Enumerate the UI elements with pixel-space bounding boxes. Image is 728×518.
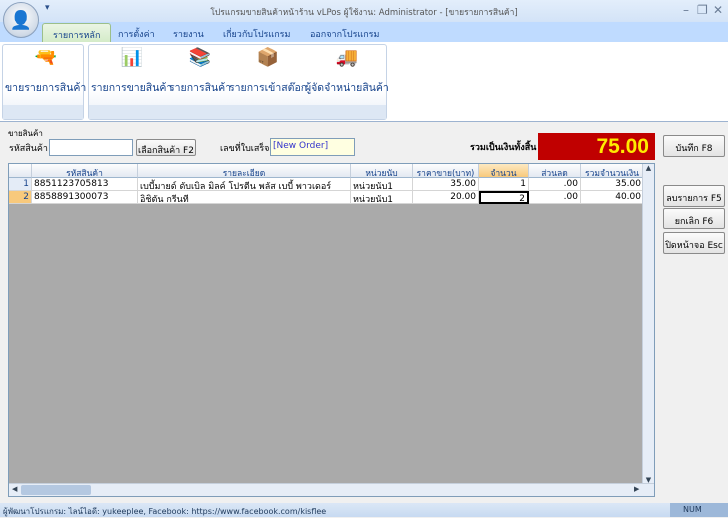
cell-unit[interactable]: หน่วยนับ1	[351, 191, 413, 204]
column-header-description[interactable]: รายละเอียด	[138, 164, 351, 179]
product-code-input[interactable]	[49, 139, 133, 156]
column-header-unit[interactable]: หน่วยนับ	[351, 164, 413, 179]
close-button[interactable]: ✕	[713, 3, 723, 17]
restore-button[interactable]: ❐	[697, 3, 708, 17]
tab-exit[interactable]: ออกจากโปรแกรม	[300, 23, 389, 42]
cell-description[interactable]: เบบี้มายด์ ดับเบิล มิลค์ โปรตีน พลัส เบบ…	[138, 178, 351, 191]
quick-access-dropdown-icon[interactable]: ▾	[45, 3, 50, 13]
barcode-scanner-icon: 🔫	[34, 47, 57, 68]
cell-price[interactable]: 35.00	[413, 178, 479, 191]
cell-total[interactable]: 35.00	[581, 178, 644, 191]
vertical-scrollbar[interactable]: ▲ ▼	[642, 164, 654, 484]
sell-products-button[interactable]: 🔫 ขายรายการสินค้า	[5, 47, 86, 96]
scroll-left-icon[interactable]: ◀	[12, 485, 17, 493]
delete-item-button[interactable]: ลบรายการ F5	[663, 185, 725, 207]
group-label: ขายสินค้า	[8, 129, 43, 138]
select-all-corner[interactable]	[9, 164, 32, 178]
app-menu-button[interactable]: 👤	[3, 2, 39, 38]
status-bar: ผู้พัฒนาโปรแกรม: ไลน์ไอดี: yukeeplee, Fa…	[0, 503, 728, 517]
tab-about[interactable]: เกี่ยวกับโปรแกรม	[213, 23, 300, 42]
cell-quantity-active[interactable]: 2	[479, 191, 529, 204]
scroll-right-icon[interactable]: ▶	[634, 485, 639, 493]
receipt-number-field[interactable]: [New Order]	[270, 138, 355, 156]
box-icon: 📦	[256, 47, 280, 68]
sales-list-button[interactable]: 📊 รายการขายสินค้า	[91, 47, 172, 96]
cell-code[interactable]: 8851123705813	[32, 178, 138, 191]
cell-description[interactable]: อิชิตัน กรีนที	[138, 191, 351, 204]
scrollbar-thumb[interactable]	[21, 485, 91, 495]
row-header[interactable]: 1	[9, 178, 32, 191]
window-title: โปรแกรมขายสินค้าหน้าร้าน vLPos ผู้ใช้งาน…	[210, 8, 518, 18]
binders-icon: 📚	[188, 47, 212, 68]
horizontal-scrollbar[interactable]: ◀ ▶	[9, 483, 654, 496]
cancel-button[interactable]: ยกเลิก F6	[663, 208, 725, 229]
column-header-quantity[interactable]: จำนวน	[479, 164, 529, 179]
cell-discount[interactable]: .00	[529, 191, 581, 204]
receipt-number-label: เลขที่ใบเสร็จ	[220, 144, 270, 154]
column-header-price[interactable]: ราคาขาย(บาท)	[413, 164, 479, 179]
tab-reports[interactable]: รายงาน	[163, 23, 214, 42]
save-button[interactable]: บันทึก F8	[663, 135, 725, 157]
cell-total[interactable]: 40.00	[581, 191, 644, 204]
row-header[interactable]: 2	[9, 191, 32, 204]
grand-total-label: รวมเป็นเงินทั้งสิ้น	[470, 143, 537, 153]
minimize-button[interactable]: –	[683, 3, 689, 17]
column-header-discount[interactable]: ส่วนลด	[529, 164, 581, 179]
product-code-label: รหัสสินค้า	[9, 144, 48, 154]
cell-unit[interactable]: หน่วยนับ1	[351, 178, 413, 191]
column-header-total[interactable]: รวมจำนวนเงิน	[581, 164, 644, 179]
user-icon: 👤	[9, 9, 33, 31]
suppliers-button[interactable]: 🚚 ผู้จัดจำหน่ายสินค้า	[305, 47, 389, 96]
cell-quantity[interactable]: 1	[479, 178, 529, 191]
select-product-button[interactable]: เลือกสินค้า F2	[136, 139, 196, 156]
scroll-up-icon[interactable]: ▲	[643, 164, 654, 172]
cell-code[interactable]: 8858891300073	[32, 191, 138, 204]
num-lock-indicator: NUM	[670, 503, 728, 517]
stock-in-button[interactable]: 📦 รายการเข้าสต๊อก	[229, 47, 307, 96]
tab-settings[interactable]: การตั้งค่า	[108, 23, 165, 42]
tab-main[interactable]: รายการหลัก	[42, 23, 112, 42]
sales-grid[interactable]: รหัสสินค้า รายละเอียด หน่วยนับ ราคาขาย(บ…	[8, 163, 655, 497]
cell-discount[interactable]: .00	[529, 178, 581, 191]
products-list-button[interactable]: 📚 รายการสินค้า	[169, 47, 231, 96]
truck-icon: 🚚	[335, 47, 359, 68]
grand-total-value: 75.00	[538, 133, 655, 160]
close-screen-button[interactable]: ปิดหน้าจอ Esc	[663, 232, 725, 254]
column-header-code[interactable]: รหัสสินค้า	[32, 164, 138, 179]
cell-price[interactable]: 20.00	[413, 191, 479, 204]
chart-board-icon: 📊	[120, 47, 143, 68]
